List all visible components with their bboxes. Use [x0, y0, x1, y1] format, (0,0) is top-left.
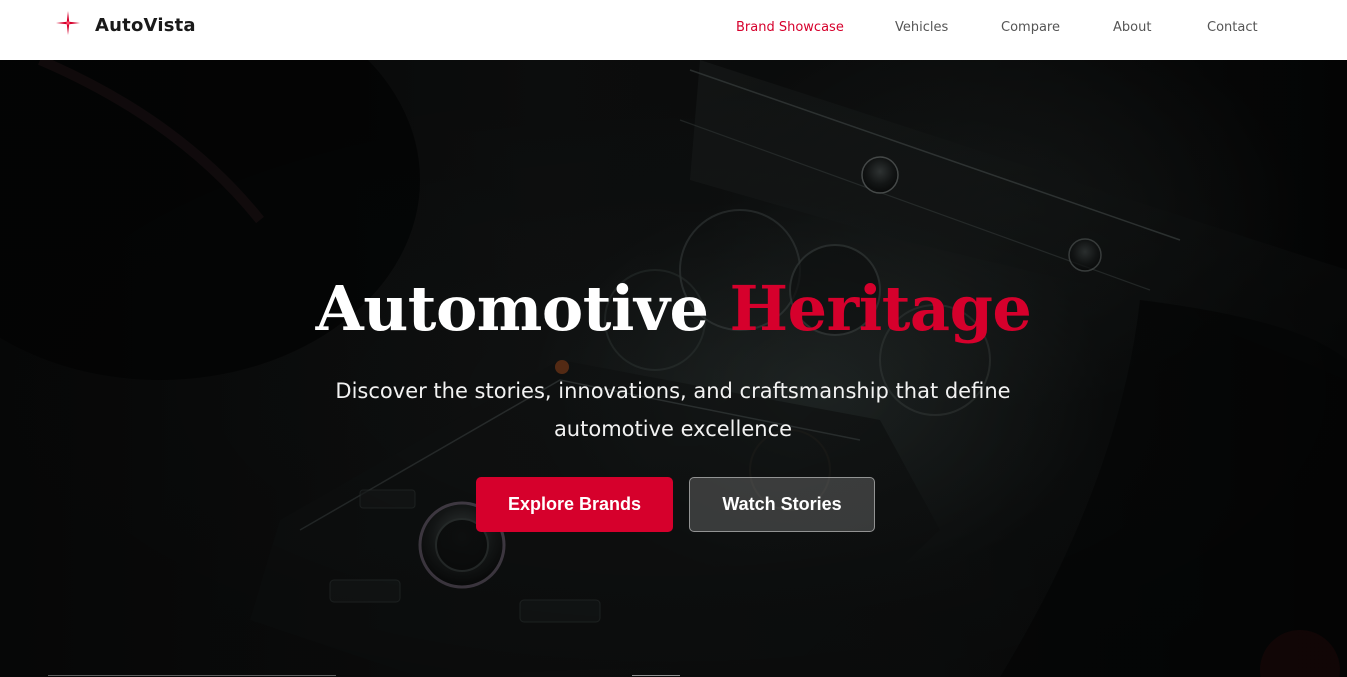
sparkle-icon — [55, 10, 81, 36]
divider — [48, 675, 336, 676]
watch-stories-button[interactable]: Watch Stories — [689, 477, 875, 532]
nav-contact[interactable]: Contact — [1207, 20, 1258, 35]
hero-title-accent: Heritage — [729, 272, 1032, 345]
nav-compare[interactable]: Compare — [1001, 20, 1060, 35]
logo[interactable]: AutoVista — [55, 11, 196, 36]
hero-title-main: Automotive — [315, 272, 709, 345]
hero-overlay — [0, 60, 1347, 677]
divider — [632, 675, 680, 676]
explore-brands-button[interactable]: Explore Brands — [476, 477, 673, 532]
nav-about[interactable]: About — [1113, 20, 1151, 35]
nav-brand-showcase[interactable]: Brand Showcase — [736, 20, 844, 35]
hero-section: Automotive Heritage Discover the stories… — [0, 60, 1347, 677]
site-header: AutoVista Brand Showcase Vehicles Compar… — [0, 0, 1347, 60]
hero-subtitle: Discover the stories, innovations, and c… — [335, 379, 1011, 441]
hero-title: Automotive Heritage — [0, 272, 1347, 345]
nav-vehicles[interactable]: Vehicles — [895, 20, 948, 35]
brand-name: AutoVista — [95, 14, 196, 36]
